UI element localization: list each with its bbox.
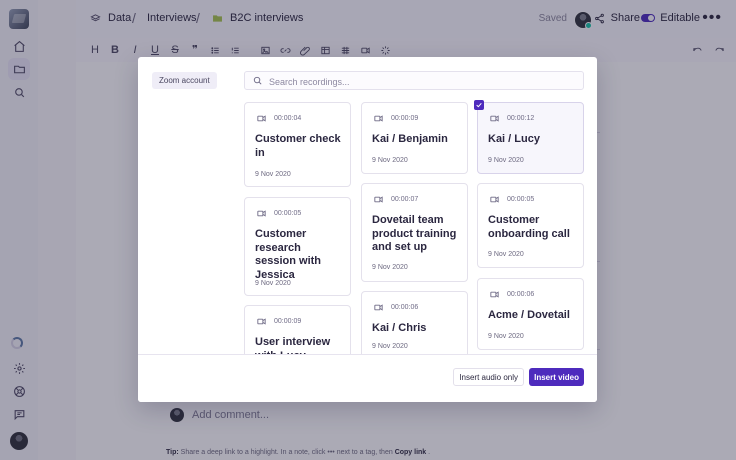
card-duration: 00:00:09 — [274, 318, 302, 325]
card-meta: 00:00:09 — [373, 113, 418, 124]
recording-card[interactable]: 00:00:06 Acme / Dovetail 9 Nov 2020 — [477, 278, 584, 350]
modal-footer: Insert audio only Insert video — [138, 354, 597, 402]
card-meta: 00:00:05 — [256, 208, 301, 219]
card-duration: 00:00:04 — [274, 115, 302, 122]
card-duration: 00:00:06 — [507, 291, 535, 298]
search-input[interactable] — [267, 72, 579, 91]
card-meta: 00:00:04 — [256, 113, 301, 124]
recording-card[interactable]: 00:00:07 Dovetail team product training … — [361, 183, 468, 282]
search-field[interactable] — [244, 71, 584, 91]
insert-video-button[interactable]: Insert video — [529, 368, 584, 386]
card-date: 9 Nov 2020 — [255, 280, 291, 287]
video-icon — [490, 291, 499, 298]
video-icon — [374, 304, 383, 311]
insert-audio-label: Insert audio only — [459, 372, 518, 382]
account-chip[interactable]: Zoom account — [152, 72, 217, 89]
insert-recording-modal: Zoom account 00:00:04 Customer check in … — [138, 57, 597, 402]
card-meta: 00:00:07 — [373, 194, 418, 205]
card-title: Acme / Dovetail — [488, 309, 570, 321]
search-icon — [253, 76, 262, 85]
recording-card[interactable]: 00:00:05 Customer research session with … — [244, 197, 351, 296]
card-duration: 00:00:05 — [507, 196, 535, 203]
card-meta: 00:00:12 — [489, 113, 534, 124]
video-icon — [257, 210, 266, 217]
card-title: Kai / Benjamin — [372, 133, 448, 145]
card-meta: 00:00:05 — [489, 194, 534, 205]
card-date: 9 Nov 2020 — [372, 264, 408, 271]
video-icon — [374, 196, 383, 203]
check-icon — [476, 102, 482, 108]
card-meta: 00:00:09 — [256, 316, 301, 327]
video-icon — [257, 318, 266, 325]
selected-checkbox[interactable] — [474, 100, 484, 110]
insert-video-label: Insert video — [534, 372, 579, 382]
card-date: 9 Nov 2020 — [488, 333, 524, 340]
card-date: 9 Nov 2020 — [255, 171, 291, 178]
card-duration: 00:00:05 — [274, 210, 302, 217]
card-date: 9 Nov 2020 — [372, 157, 408, 164]
card-title: Customer onboarding call — [488, 214, 570, 240]
recording-card[interactable]: 00:00:04 Customer check in 9 Nov 2020 — [244, 102, 351, 187]
card-duration: 00:00:12 — [507, 115, 535, 122]
card-date: 9 Nov 2020 — [488, 157, 524, 164]
card-title: User interview with Lucy — [255, 336, 331, 355]
card-meta: 00:00:06 — [489, 289, 534, 300]
insert-audio-button[interactable]: Insert audio only — [453, 368, 524, 386]
video-icon — [490, 196, 499, 203]
recording-card[interactable]: 00:00:09 User interview with Lucy — [244, 305, 351, 355]
card-date: 9 Nov 2020 — [488, 251, 524, 258]
card-duration: 00:00:09 — [391, 115, 419, 122]
account-chip-label: Zoom account — [159, 76, 210, 85]
card-title: Kai / Lucy — [488, 133, 540, 145]
card-duration: 00:00:06 — [391, 304, 419, 311]
video-icon — [374, 115, 383, 122]
video-icon — [490, 115, 499, 122]
card-title: Customer check in — [255, 133, 341, 159]
card-title: Customer research session with Jessica — [255, 228, 322, 281]
card-duration: 00:00:07 — [391, 196, 419, 203]
card-title: Dovetail team product training and set u… — [372, 214, 457, 253]
recording-card[interactable]: 00:00:05 Customer onboarding call 9 Nov … — [477, 183, 584, 268]
card-meta: 00:00:06 — [373, 302, 418, 313]
recording-card[interactable]: 00:00:06 Kai / Chris 9 Nov 2020 — [361, 291, 468, 355]
card-title: Kai / Chris — [372, 322, 427, 334]
card-date: 9 Nov 2020 — [372, 343, 408, 350]
recording-card[interactable]: 00:00:09 Kai / Benjamin 9 Nov 2020 — [361, 102, 468, 174]
video-icon — [257, 115, 266, 122]
recording-card-selected[interactable]: 00:00:12 Kai / Lucy 9 Nov 2020 — [477, 102, 584, 174]
recordings-grid: 00:00:04 Customer check in 9 Nov 2020 00… — [244, 102, 588, 355]
